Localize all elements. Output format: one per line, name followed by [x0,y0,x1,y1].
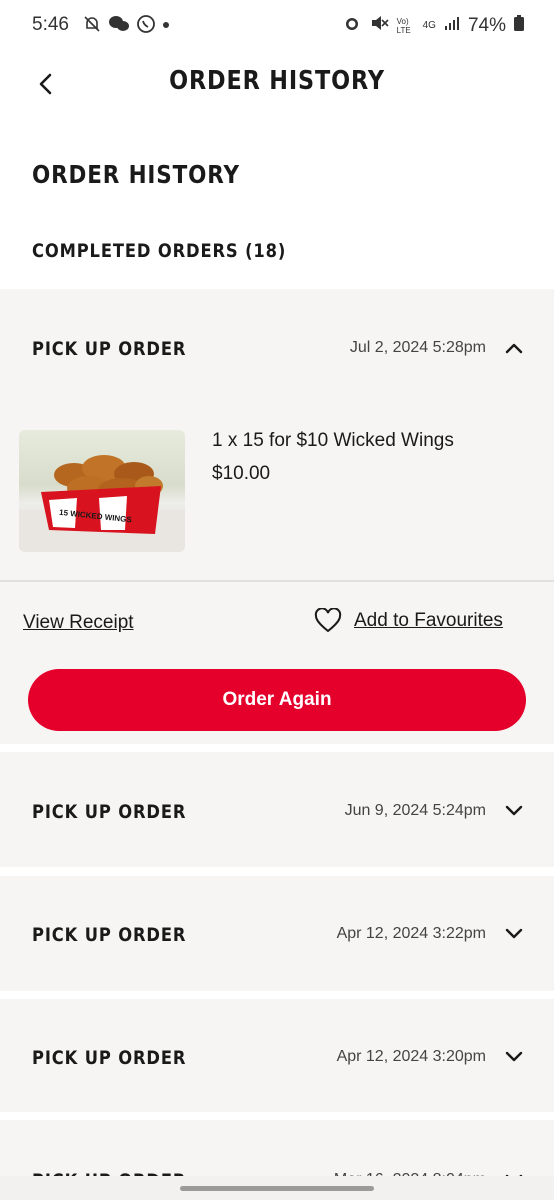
4g-icon: 4G [422,20,436,31]
order-type-label: PICK UP ORDER [32,338,187,360]
alarm-icon [343,14,361,38]
chevron-up-icon [505,343,523,354]
wechat-icon [108,14,130,40]
card-divider [0,580,554,582]
chevron-down-icon [505,805,523,816]
app-header: ORDER HISTORY [0,50,554,120]
completed-orders-label: COMPLETED ORDERS (18) [32,240,287,262]
notifications-off-icon [82,14,102,40]
chevron-down-icon [505,928,523,939]
order-again-button[interactable]: Order Again [28,669,526,731]
expand-button[interactable] [502,922,526,946]
item-price: $10.00 [212,463,271,484]
order-date: Apr 12, 2024 3:20pm [336,1048,486,1065]
status-icons-left [82,14,170,40]
order-type-label: PICK UP ORDER [32,1047,187,1069]
order-type-label: PICK UP ORDER [32,801,187,823]
order-date: Apr 12, 2024 3:22pm [336,925,486,942]
page-heading: ORDER HISTORY [32,160,240,189]
order-date: Jul 2, 2024 5:28pm [349,339,486,356]
expand-button[interactable] [502,799,526,823]
order-date: Jun 9, 2024 5:24pm [344,802,486,819]
header-title: ORDER HISTORY [169,66,385,96]
dot-icon [162,14,170,40]
status-bar: 5:46 Vo) LTE 4G 74% [0,0,554,50]
add-to-favourites-label[interactable]: Add to Favourites [354,610,503,632]
heart-icon [314,608,342,633]
battery-icon [514,15,524,37]
home-indicator[interactable] [180,1186,374,1191]
chevron-down-icon [505,1051,523,1062]
order-type-label: PICK UP ORDER [32,924,187,946]
item-name: 1 x 15 for $10 Wicked Wings [212,430,454,451]
whatsapp-icon [136,14,156,40]
expand-button[interactable] [502,1045,526,1069]
product-image: 15 WICKED WINGS [19,430,185,552]
collapse-button[interactable] [502,336,526,360]
battery-percent: 74% [467,15,506,36]
volte-icon: Vo) LTE [396,17,411,35]
status-icons-right: Vo) LTE 4G 74% [343,14,524,38]
signal-icon [444,15,460,37]
view-receipt-link[interactable]: View Receipt [23,612,134,634]
status-time: 5:46 [32,14,69,35]
mute-icon [369,14,389,38]
add-to-favourites-button[interactable]: Add to Favourites [314,608,503,634]
